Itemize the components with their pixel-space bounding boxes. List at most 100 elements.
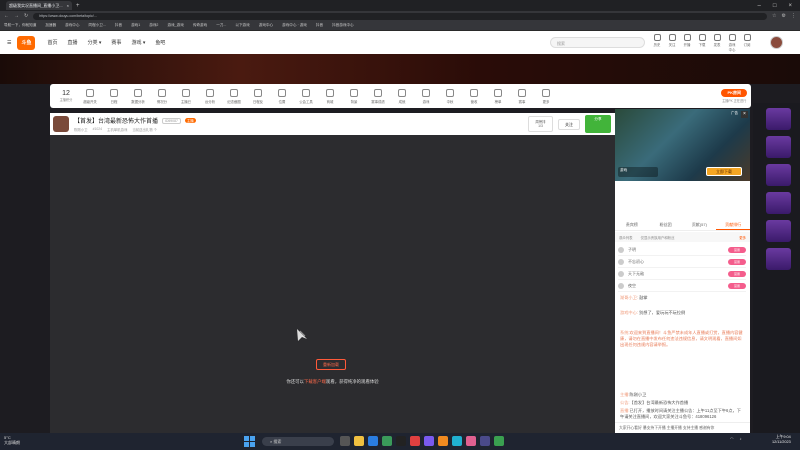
star-icon[interactable]: ☆ <box>772 13 776 19</box>
bookmark-item[interactable]: 游戏中心 · 游戏 <box>282 23 307 28</box>
reload-icon[interactable]: ↻ <box>24 13 28 19</box>
clock[interactable]: 上午9:04 12/11/2023 <box>772 435 791 445</box>
close-window-icon[interactable]: × <box>788 3 792 9</box>
toolbar-item[interactable]: 数据分析 <box>126 88 150 104</box>
app-icon[interactable] <box>480 436 490 446</box>
user-avatar[interactable] <box>770 36 783 49</box>
rank-row[interactable]: 子明 富豪 <box>618 245 746 256</box>
header-icon-item[interactable]: 游戏中心 <box>727 34 737 52</box>
score-counter[interactable]: 12 主播积分 <box>54 90 78 102</box>
app-icon[interactable] <box>438 436 448 446</box>
rail-item[interactable] <box>766 220 791 242</box>
extensions-icon[interactable]: ⚙ <box>782 13 786 19</box>
toolbar-item[interactable]: 更多 <box>534 88 558 104</box>
header-icon-item[interactable]: 下载 <box>697 34 707 52</box>
tab-ranking[interactable]: 贡献排行 <box>716 219 750 230</box>
maximize-icon[interactable]: □ <box>773 3 777 9</box>
tab-fans[interactable]: 粉丝团 <box>649 219 683 230</box>
tab-vip[interactable]: 贵宾榜 <box>615 219 649 230</box>
tiktok-icon[interactable] <box>396 436 406 446</box>
chat-user[interactable]: 湖哥小卫: <box>620 295 638 300</box>
toolbar-item[interactable]: 中秋 <box>438 88 462 104</box>
toolbar-item[interactable]: 公会工具 <box>294 88 318 104</box>
room-category[interactable]: 主机单机游戏 <box>107 127 127 132</box>
nav-events[interactable]: 赛事 <box>111 39 121 46</box>
chat-user[interactable]: 系统: <box>620 330 630 335</box>
video-player[interactable]: 重新加载 你还可以下载客户端观看，获得纯净的观看体验 <box>50 135 615 437</box>
bookmark-item[interactable]: 传奇游戏 <box>193 23 207 28</box>
nav-home[interactable]: 首页 <box>47 39 57 46</box>
bookmark-item[interactable]: 游戏中心 <box>65 23 79 28</box>
hamburger-icon[interactable]: ☰ <box>7 40 11 46</box>
nav-games[interactable]: 游戏 ▾ <box>131 39 145 46</box>
taskbar-search[interactable]: ⌕ 搜索 <box>262 437 334 446</box>
toolbar-item[interactable]: 赛事 <box>510 88 534 104</box>
toolbar-item[interactable]: 日程反 <box>246 88 270 104</box>
bookmark-item[interactable]: 一刀... <box>216 23 226 28</box>
url-input[interactable]: https://www.douyu.com/beta/topic/... <box>33 12 768 20</box>
bookmark-item[interactable]: 游戏1 <box>131 23 140 28</box>
app-icon[interactable] <box>452 436 462 446</box>
rail-item[interactable] <box>766 248 791 270</box>
rank-row[interactable]: 夜空 富豪 <box>618 281 746 292</box>
toolbar-item[interactable]: 台分析 <box>198 88 222 104</box>
rank-row[interactable]: 不忘初心 富豪 <box>618 257 746 268</box>
back-icon[interactable]: ← <box>4 13 9 19</box>
rail-item[interactable] <box>766 192 791 214</box>
ad-download-button[interactable]: 立即下载 <box>706 167 742 176</box>
bookmark-item[interactable]: 抖音 <box>115 23 122 28</box>
bookmark-item[interactable]: 抖音游戏中心 <box>332 23 354 28</box>
wifi-icon[interactable]: ◠ <box>730 436 734 441</box>
rail-item[interactable] <box>766 136 791 158</box>
app-icon[interactable] <box>424 436 434 446</box>
toolbar-item[interactable]: 情况分 <box>150 88 174 104</box>
reload-button[interactable]: 重新加载 <box>316 359 346 370</box>
rank-box[interactable]: 周榜排 1/3 <box>528 116 553 132</box>
toolbar-item[interactable]: 背景 <box>342 88 366 104</box>
rail-item[interactable] <box>766 108 791 130</box>
toolbar-item[interactable]: 超级开关 <box>78 88 102 104</box>
chat-user[interactable]: 游戏中心: <box>620 310 638 315</box>
nav-yuba[interactable]: 鱼吧 <box>155 39 165 46</box>
bookmark-item[interactable]: 游戏2 <box>149 23 158 28</box>
rank-row[interactable]: 天下无敌 富豪 <box>618 269 746 280</box>
rail-item[interactable] <box>766 164 791 186</box>
ad-banner[interactable]: 广告 × 游戏 立即下载 <box>615 109 750 181</box>
pk-room[interactable]: PK房间 主播PK 正在进行 <box>721 89 747 103</box>
forward-icon[interactable]: → <box>14 13 19 19</box>
chat-user[interactable]: 公告: <box>620 400 630 405</box>
close-icon[interactable]: × <box>67 3 69 8</box>
header-icon-item[interactable]: 开播 <box>682 34 692 52</box>
download-client-link[interactable]: 下载客户端 <box>304 379 326 384</box>
browser-tab[interactable]: 超级我实况直播间_直播小卫... × <box>6 1 72 10</box>
site-logo[interactable]: 斗鱼 <box>17 35 36 50</box>
chat-user[interactable]: 主播: <box>620 392 630 397</box>
toolbar-item[interactable]: 榜单 <box>486 88 510 104</box>
toolbar-item[interactable]: 成就 <box>390 88 414 104</box>
app-icon[interactable] <box>410 436 420 446</box>
file-explorer-icon[interactable] <box>354 436 364 446</box>
site-search-input[interactable]: 搜索 <box>550 37 645 48</box>
header-icon-item[interactable]: 关注 <box>667 34 677 52</box>
task-view-icon[interactable] <box>340 436 350 446</box>
app-icon[interactable] <box>494 436 504 446</box>
bookmark-item[interactable]: 游戏中心 <box>259 23 273 28</box>
toolbar-item[interactable]: 主播已 <box>174 88 198 104</box>
volume-icon[interactable]: ♪ <box>740 436 742 441</box>
header-icon-item[interactable]: 订阅 <box>742 34 752 52</box>
menu-icon[interactable]: ⋮ <box>791 13 796 19</box>
close-icon[interactable]: × <box>741 111 748 118</box>
bookmark-item[interactable]: 同程小卫... <box>89 23 106 28</box>
new-tab-icon[interactable]: + <box>76 3 80 9</box>
weather-widget[interactable]: 5°C 大部晴朗 <box>4 435 20 445</box>
windows-start-icon[interactable] <box>244 436 255 447</box>
toolbar-item[interactable]: 日程 <box>102 88 126 104</box>
anchor-name[interactable]: 陈刚小卫 <box>74 127 88 132</box>
toolbar-item[interactable]: 游戏 <box>414 88 438 104</box>
chat-user[interactable]: 直播: <box>620 408 630 413</box>
bookmark-item[interactable]: 以下游戏 <box>235 23 249 28</box>
toolbar-item[interactable]: 营收 <box>462 88 486 104</box>
app-icon[interactable] <box>466 436 476 446</box>
nav-live[interactable]: 直播 <box>68 39 78 46</box>
share-button[interactable]: 分享 <box>585 115 611 133</box>
